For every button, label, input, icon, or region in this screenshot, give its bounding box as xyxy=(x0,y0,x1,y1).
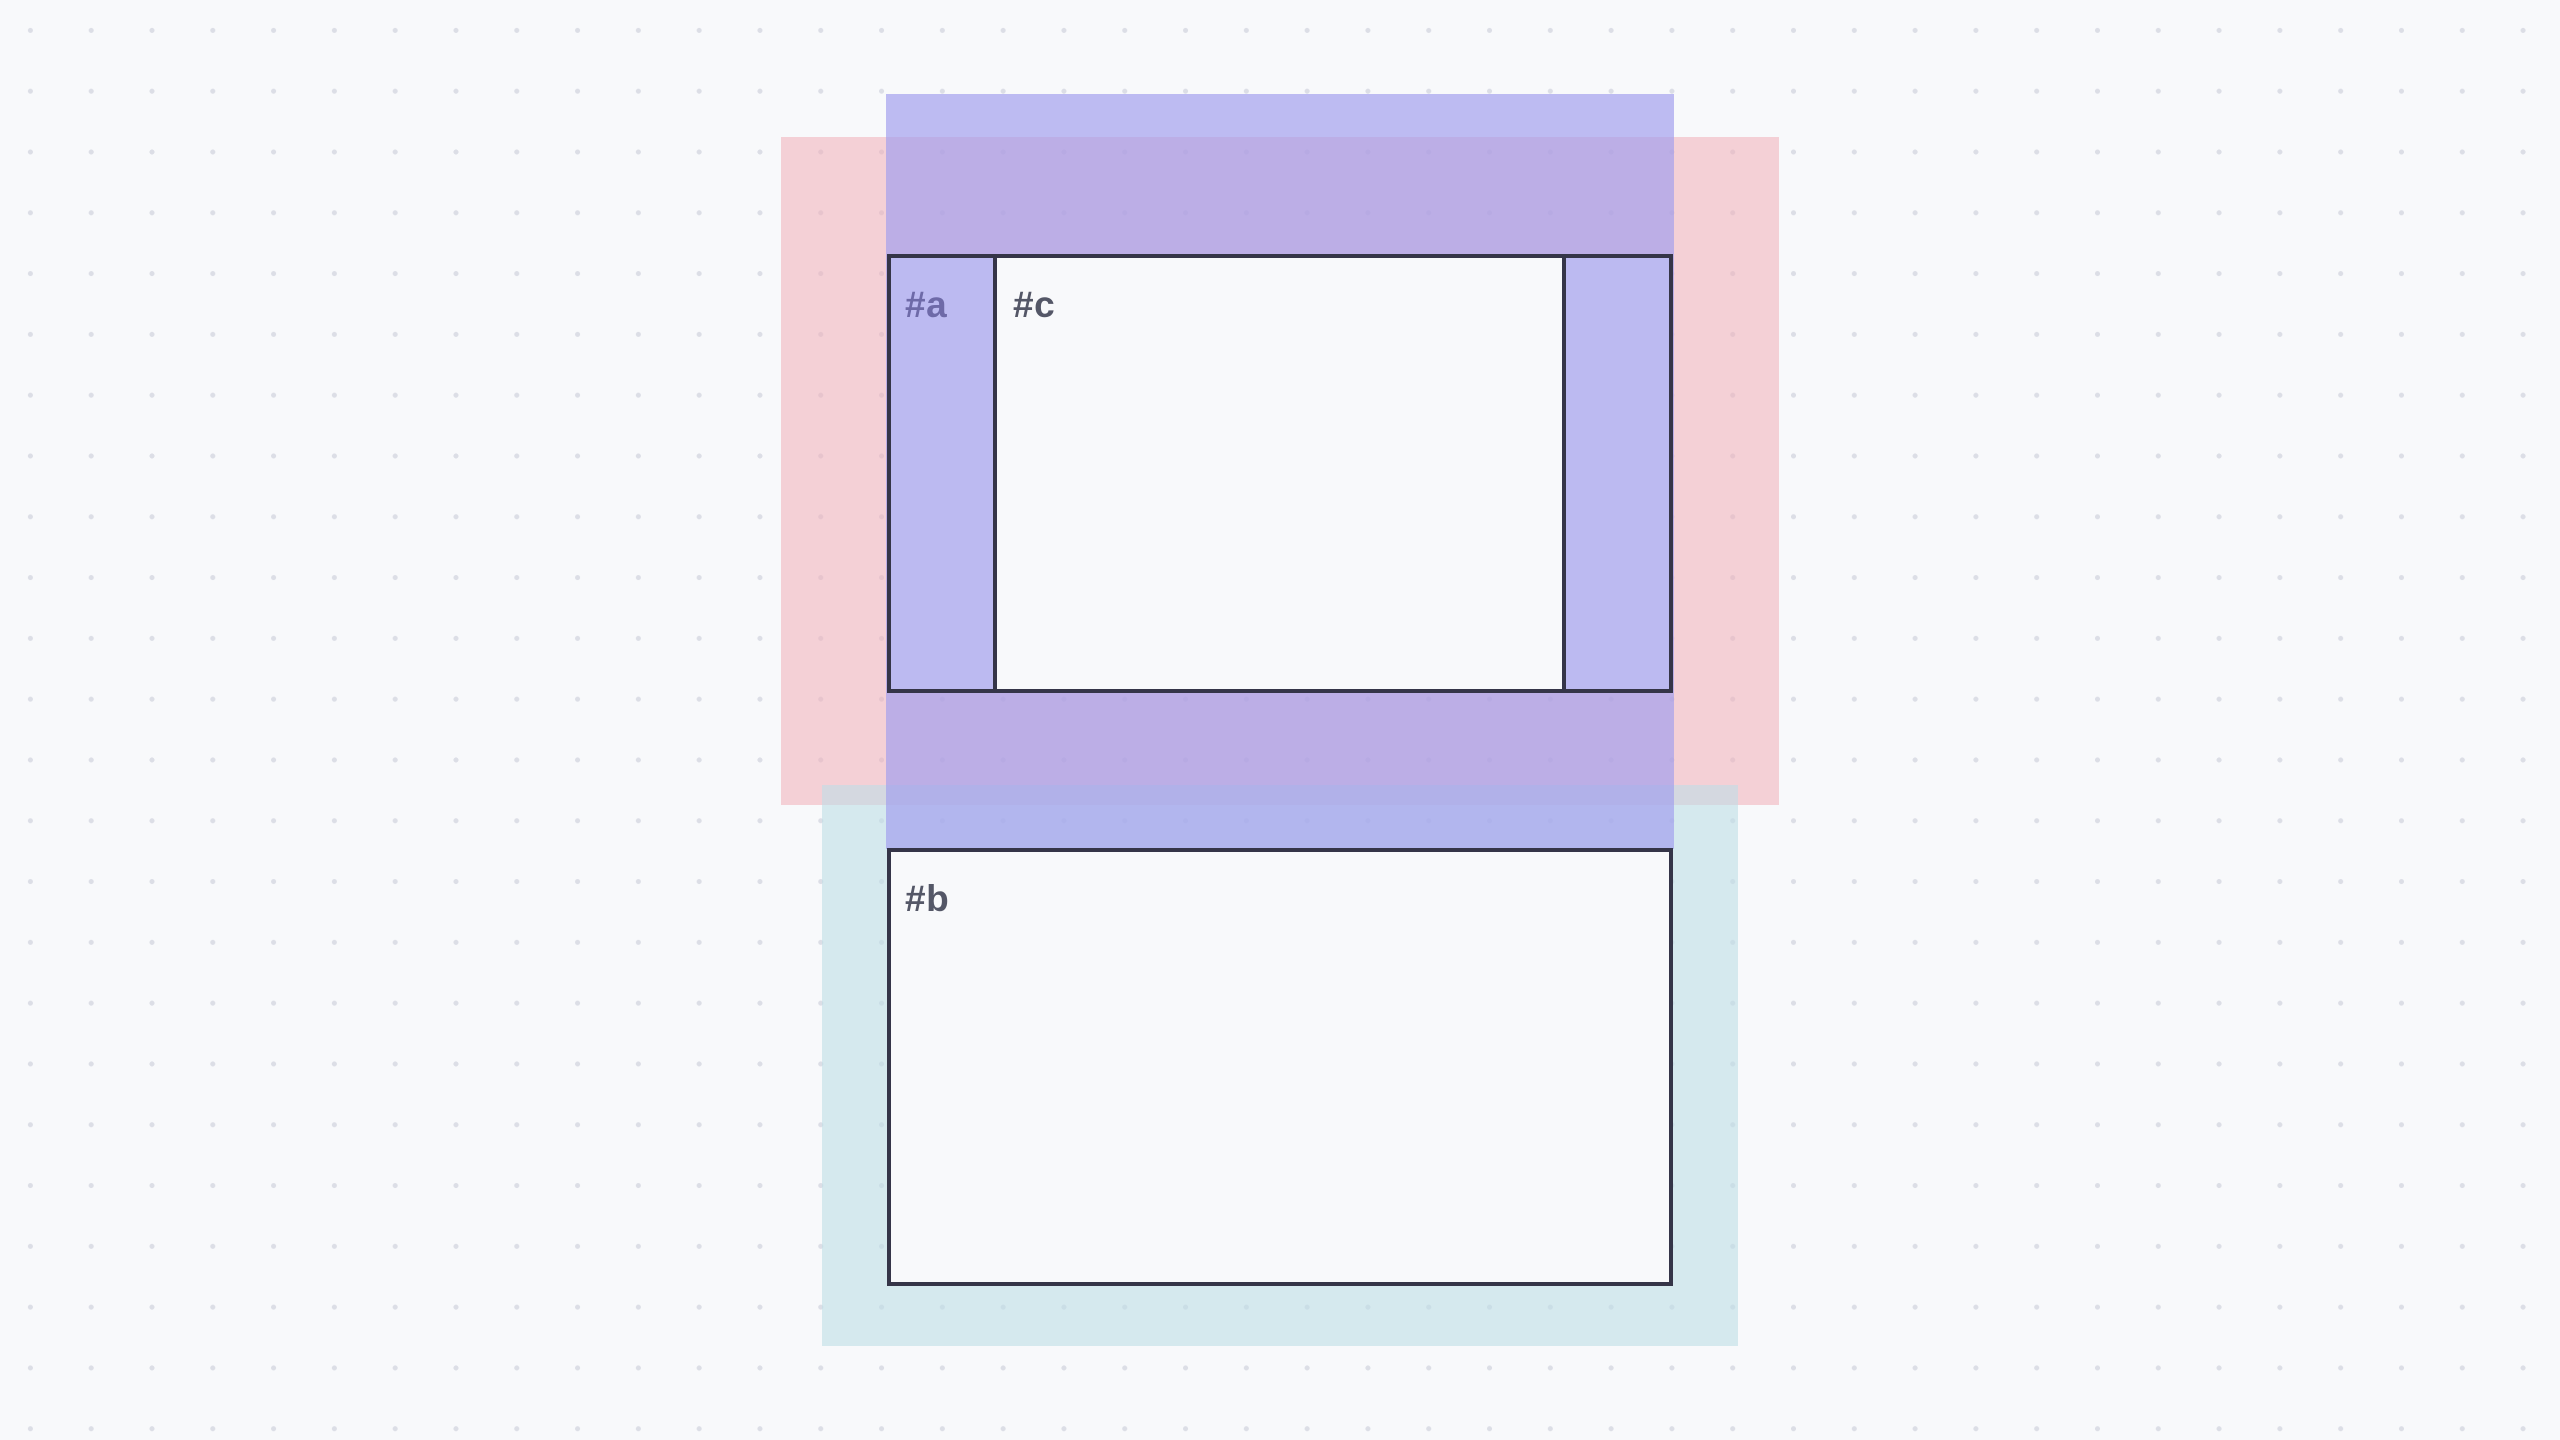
box-c-label: #c xyxy=(1013,284,1056,325)
box-a-label: #a xyxy=(905,284,948,325)
box-b: #b xyxy=(887,848,1673,1286)
diagram-canvas: #a #c #b xyxy=(0,0,2560,1440)
box-b-label: #b xyxy=(905,878,950,919)
box-c: #c xyxy=(993,254,1566,693)
